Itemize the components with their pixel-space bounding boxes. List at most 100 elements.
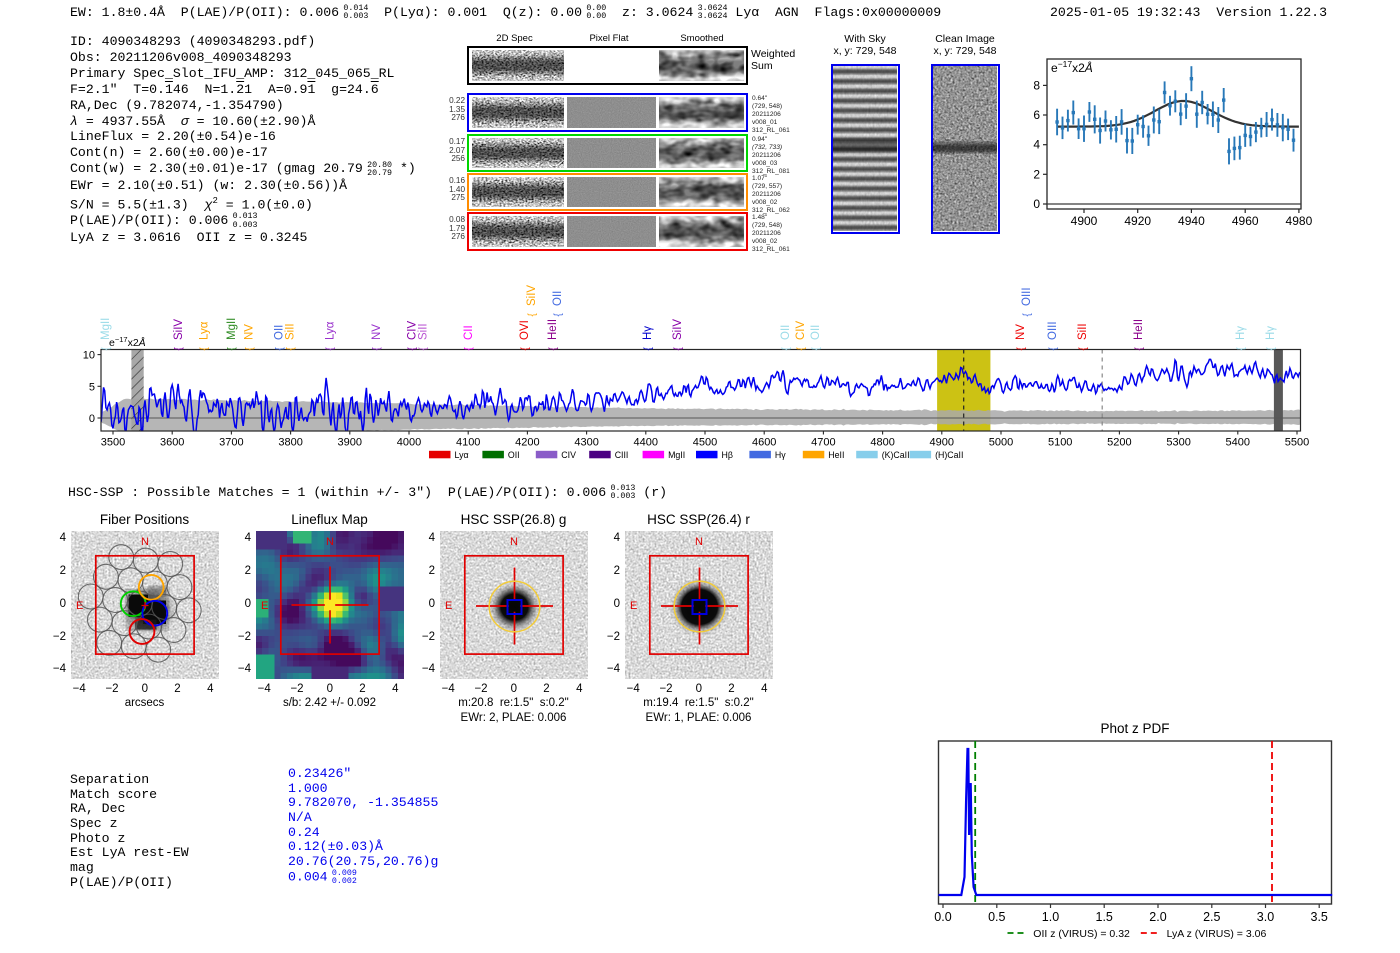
svg-text:5: 5 xyxy=(89,381,95,393)
svg-text:Phot z PDF: Phot z PDF xyxy=(1100,721,1169,736)
svg-text:N: N xyxy=(141,536,149,548)
svg-text:{: { xyxy=(464,347,475,351)
svg-text:4200: 4200 xyxy=(515,437,539,449)
svg-text:HeII: HeII xyxy=(828,450,844,460)
svg-text:4940: 4940 xyxy=(1178,214,1205,228)
svg-text:NV: NV xyxy=(244,324,256,340)
svg-text:Lyα: Lyα xyxy=(455,450,469,460)
svg-text:3700: 3700 xyxy=(219,437,243,449)
svg-text:(K)CaII: (K)CaII xyxy=(882,450,910,460)
svg-text:MgII: MgII xyxy=(668,450,685,460)
svg-text:HeII: HeII xyxy=(1133,319,1145,340)
svg-text:HeII: HeII xyxy=(547,319,559,340)
svg-text:10: 10 xyxy=(83,350,95,362)
svg-text:4800: 4800 xyxy=(870,437,894,449)
svg-text:{: { xyxy=(1236,347,1247,351)
svg-text:N: N xyxy=(695,536,703,548)
svg-text:{: { xyxy=(244,347,255,351)
svg-text:3900: 3900 xyxy=(338,437,362,449)
svg-text:4920: 4920 xyxy=(1124,214,1151,228)
svg-text:5300: 5300 xyxy=(1166,437,1190,449)
svg-text:{: { xyxy=(1022,313,1033,317)
svg-text:OII: OII xyxy=(508,450,520,460)
svg-text:{: { xyxy=(811,347,822,351)
svg-text:2.0: 2.0 xyxy=(1149,910,1166,924)
svg-text:E: E xyxy=(76,600,83,612)
svg-text:MgII: MgII xyxy=(100,318,112,340)
svg-text:0.5: 0.5 xyxy=(988,910,1005,924)
svg-text:{: { xyxy=(1078,347,1089,351)
svg-text:OVI: OVI xyxy=(519,320,531,340)
svg-text:MgII: MgII xyxy=(226,318,238,340)
svg-text:SiII: SiII xyxy=(418,323,430,340)
svg-text:E: E xyxy=(445,600,452,612)
svg-text:Lyα: Lyα xyxy=(325,321,337,340)
svg-text:Hβ: Hβ xyxy=(722,450,733,460)
svg-text:4960: 4960 xyxy=(1232,214,1259,228)
svg-text:{: { xyxy=(553,313,564,317)
svg-text:CIII: CIII xyxy=(615,450,629,460)
svg-text:N: N xyxy=(510,536,518,548)
svg-text:2.5: 2.5 xyxy=(1203,910,1220,924)
svg-text:0: 0 xyxy=(1033,197,1040,211)
svg-text:1.0: 1.0 xyxy=(1042,910,1059,924)
svg-text:e−17x2Å: e−17x2Å xyxy=(109,335,146,350)
svg-text:Hγ: Hγ xyxy=(1235,326,1247,340)
svg-text:OII: OII xyxy=(780,325,792,340)
svg-text:E: E xyxy=(630,600,637,612)
svg-text:4300: 4300 xyxy=(574,437,598,449)
svg-text:{: { xyxy=(520,347,531,351)
svg-text:4700: 4700 xyxy=(811,437,835,449)
svg-text:E: E xyxy=(261,600,268,612)
svg-text:6: 6 xyxy=(1033,108,1040,122)
svg-text:OIII: OIII xyxy=(1021,287,1033,306)
svg-text:{: { xyxy=(1266,347,1277,351)
svg-text:3.5: 3.5 xyxy=(1311,910,1328,924)
svg-text:4900: 4900 xyxy=(1071,214,1098,228)
svg-text:Hγ: Hγ xyxy=(642,326,654,340)
svg-text:4100: 4100 xyxy=(456,437,480,449)
svg-text:(H)CaII: (H)CaII xyxy=(935,450,963,460)
svg-text:{: { xyxy=(796,347,807,351)
svg-text:NV: NV xyxy=(371,324,383,340)
svg-text:5200: 5200 xyxy=(1107,437,1131,449)
svg-text:N: N xyxy=(326,536,334,548)
svg-text:4980: 4980 xyxy=(1286,214,1313,228)
svg-text:{: { xyxy=(199,347,210,351)
svg-text:{: { xyxy=(227,347,238,351)
svg-text:4: 4 xyxy=(1033,138,1040,152)
svg-text:{: { xyxy=(673,347,684,351)
svg-text:4500: 4500 xyxy=(693,437,717,449)
svg-text:{: { xyxy=(285,347,296,351)
svg-text:CIV: CIV xyxy=(795,321,807,341)
svg-text:OII z (VIRUS) = 0.32: OII z (VIRUS) = 0.32 xyxy=(1033,928,1130,940)
svg-text:CII: CII xyxy=(463,325,475,340)
svg-text:{: { xyxy=(325,347,336,351)
svg-text:4900: 4900 xyxy=(930,437,954,449)
svg-text:{: { xyxy=(548,347,559,351)
svg-text:4400: 4400 xyxy=(634,437,658,449)
svg-text:5500: 5500 xyxy=(1285,437,1309,449)
svg-text:{: { xyxy=(1016,347,1027,351)
svg-text:OIII: OIII xyxy=(1047,321,1059,340)
svg-text:{: { xyxy=(1048,347,1059,351)
svg-text:5000: 5000 xyxy=(989,437,1013,449)
svg-text:3600: 3600 xyxy=(160,437,184,449)
svg-text:SiIV: SiIV xyxy=(173,319,185,340)
svg-text:{: { xyxy=(781,347,792,351)
svg-text:OII: OII xyxy=(810,325,822,340)
svg-text:Hγ: Hγ xyxy=(775,450,786,460)
svg-text:8: 8 xyxy=(1033,78,1040,92)
svg-text:{: { xyxy=(1134,347,1145,351)
svg-text:{: { xyxy=(372,347,383,351)
svg-text:CIV: CIV xyxy=(561,450,576,460)
svg-text:2: 2 xyxy=(1033,167,1040,181)
svg-text:SiII: SiII xyxy=(285,323,297,340)
svg-text:4600: 4600 xyxy=(752,437,776,449)
svg-text:SiIV: SiIV xyxy=(672,319,684,340)
svg-text:e−17x2Å: e−17x2Å xyxy=(1051,59,1093,75)
svg-text:0.0: 0.0 xyxy=(934,910,951,924)
svg-text:5100: 5100 xyxy=(1048,437,1072,449)
svg-text:3800: 3800 xyxy=(278,437,302,449)
svg-text:Lyα: Lyα xyxy=(198,321,210,340)
